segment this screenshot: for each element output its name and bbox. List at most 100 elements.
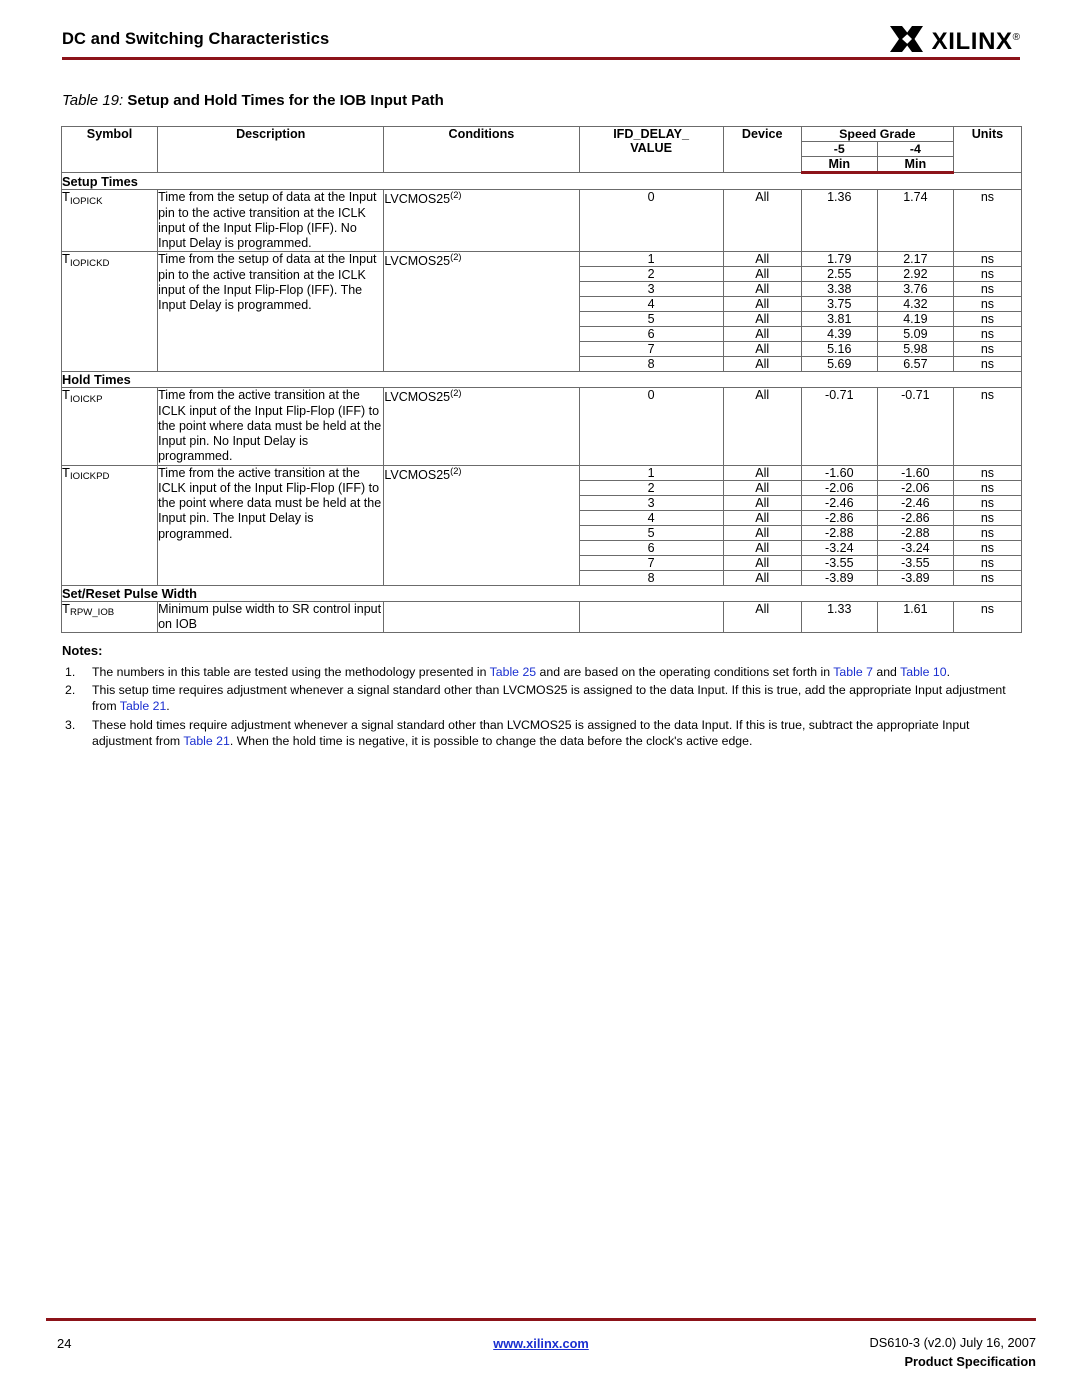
cell-units: ns	[952, 189, 1023, 253]
cell-units: ns	[952, 326, 1023, 343]
table-header-speedgrade-row: Symbol Description Conditions IFD_DELAY_…	[60, 125, 1023, 174]
cell-symbol: TIOPICKD	[60, 251, 159, 373]
cell-device: All	[722, 296, 802, 313]
note-table-link[interactable]: Table 7	[833, 665, 873, 679]
cell-ifd-delay-value: 7	[578, 341, 724, 358]
xilinx-wordmark-text: XILINX	[931, 27, 1013, 55]
cell-min-4: -2.06	[876, 479, 954, 496]
xilinx-bowtie-icon	[889, 24, 925, 59]
note-text: and are based on the operating condition…	[536, 664, 834, 679]
footer-doc-info: DS610-3 (v2.0) July 16, 2007 Product Spe…	[870, 1334, 1036, 1371]
note-table-link[interactable]: Table 10	[900, 665, 947, 679]
cell-ifd-delay-value	[578, 600, 724, 634]
cell-units: ns	[952, 356, 1023, 373]
footer-doc-type: Product Specification	[904, 1353, 1036, 1369]
cell-symbol: TIOICKP	[60, 387, 159, 466]
table-head: Symbol Description Conditions IFD_DELAY_…	[60, 125, 1023, 175]
cell-min-5: 3.38	[800, 281, 878, 298]
note-table-link[interactable]: Table 21	[183, 734, 230, 748]
note-item: 1. The numbers in this table are tested u…	[62, 665, 1020, 681]
cell-units: ns	[952, 524, 1023, 541]
cell-min-5: -2.86	[800, 509, 878, 526]
cell-device: All	[722, 524, 802, 541]
cell-ifd-delay-value: 1	[578, 251, 724, 268]
cell-units: ns	[952, 311, 1023, 328]
cell-min-4: -1.60	[876, 464, 954, 481]
col-header-min-4: Min	[876, 155, 954, 175]
cell-min-4: -3.55	[876, 554, 954, 571]
cell-min-5: -3.89	[800, 569, 878, 586]
cell-min-5: -1.60	[800, 464, 878, 481]
cell-min-4: 5.09	[876, 326, 954, 343]
cell-ifd-delay-value: 3	[578, 281, 724, 298]
cell-min-5: -3.24	[800, 539, 878, 556]
note-table-link[interactable]: Table 21	[120, 699, 167, 713]
cell-conditions	[383, 600, 580, 634]
notes-block: Notes: 1. The numbers in this table are t…	[62, 643, 1020, 752]
cell-min-5: 2.55	[800, 266, 878, 283]
page-footer: 24 www.xilinx.com DS610-3 (v2.0) July 16…	[46, 1334, 1036, 1384]
cell-min-4: 3.76	[876, 281, 954, 298]
cell-device: All	[722, 554, 802, 571]
note-number: 2.	[65, 683, 76, 698]
cell-device: All	[722, 266, 802, 283]
cell-min-4: -2.86	[876, 509, 954, 526]
caption-table-word: Table	[62, 92, 99, 109]
cell-min-4: 2.92	[876, 266, 954, 283]
cell-conditions: LVCMOS25(2)	[383, 251, 580, 373]
table-section-row: Set/Reset Pulse Width	[61, 584, 1022, 602]
cell-min-4: -2.46	[876, 494, 954, 511]
table-row: TIOPICK Time from the setup of data at th…	[60, 189, 1023, 253]
cell-units: ns	[952, 464, 1023, 481]
cell-min-5: -2.06	[800, 479, 878, 496]
col-header-ifd-delay-value: IFD_DELAY_ VALUE	[578, 125, 724, 174]
cell-ifd-delay-value: 4	[578, 509, 724, 526]
note-text: and	[872, 664, 901, 679]
caption-title: Setup and Hold Times for the IOB Input P…	[127, 92, 444, 109]
cell-conditions: LVCMOS25(2)	[383, 387, 580, 466]
table-section-row: Hold Times	[61, 371, 1022, 389]
notes-list: 1. The numbers in this table are tested u…	[62, 665, 1020, 750]
cell-ifd-delay-value: 0	[578, 189, 724, 253]
cell-ifd-delay-value: 8	[578, 569, 724, 586]
cell-device: All	[722, 356, 802, 373]
cell-min-4: -0.71	[876, 387, 954, 466]
col-header-units: Units	[952, 125, 1023, 174]
col-header-grade-4: -4	[876, 141, 954, 157]
cell-conditions: LVCMOS25(2)	[383, 189, 580, 253]
cell-ifd-delay-value: 4	[578, 296, 724, 313]
cell-min-4: 2.17	[876, 251, 954, 268]
cell-description: Time from the active transition at the I…	[157, 387, 385, 466]
cell-device: All	[722, 509, 802, 526]
note-text: . When the hold time is negative, it is …	[229, 733, 753, 748]
cell-device: All	[722, 326, 802, 343]
col-header-conditions: Conditions	[383, 125, 580, 174]
cell-min-4: 4.32	[876, 296, 954, 313]
cell-description: Minimum pulse width to SR control input …	[157, 600, 385, 634]
table-row: TRPW_IOB Minimum pulse width to SR contro…	[60, 600, 1023, 634]
cell-min-5: -3.55	[800, 554, 878, 571]
table-section-label: Setup Times	[61, 172, 1022, 191]
cell-device: All	[722, 464, 802, 481]
footer-url-link[interactable]: www.xilinx.com	[493, 1336, 589, 1351]
cell-device: All	[722, 494, 802, 511]
cell-device: All	[722, 569, 802, 586]
note-item: 2. This setup time requires adjustment wh…	[62, 683, 1020, 714]
cell-min-4: 4.19	[876, 311, 954, 328]
table-caption: Table 19: Setup and Hold Times for the I…	[62, 92, 444, 109]
section-title: DC and Switching Characteristics	[62, 30, 330, 48]
col-header-description: Description	[157, 125, 385, 174]
cell-description: Time from the active transition at the I…	[157, 464, 385, 586]
cell-min-5: 4.39	[800, 326, 878, 343]
caption-table-number: 19:	[102, 92, 124, 109]
header-rule	[62, 57, 1020, 60]
cell-units: ns	[952, 266, 1023, 283]
cell-symbol: TIOPICK	[60, 189, 159, 253]
cell-units: ns	[952, 281, 1023, 298]
table-section-label: Hold Times	[61, 371, 1022, 389]
table-body: Setup Times TIOPICK Time from the setup of…	[60, 172, 1023, 634]
cell-device: All	[722, 341, 802, 358]
note-table-link[interactable]: Table 25	[490, 665, 537, 679]
cell-device: All	[722, 189, 802, 253]
cell-units: ns	[952, 600, 1023, 634]
